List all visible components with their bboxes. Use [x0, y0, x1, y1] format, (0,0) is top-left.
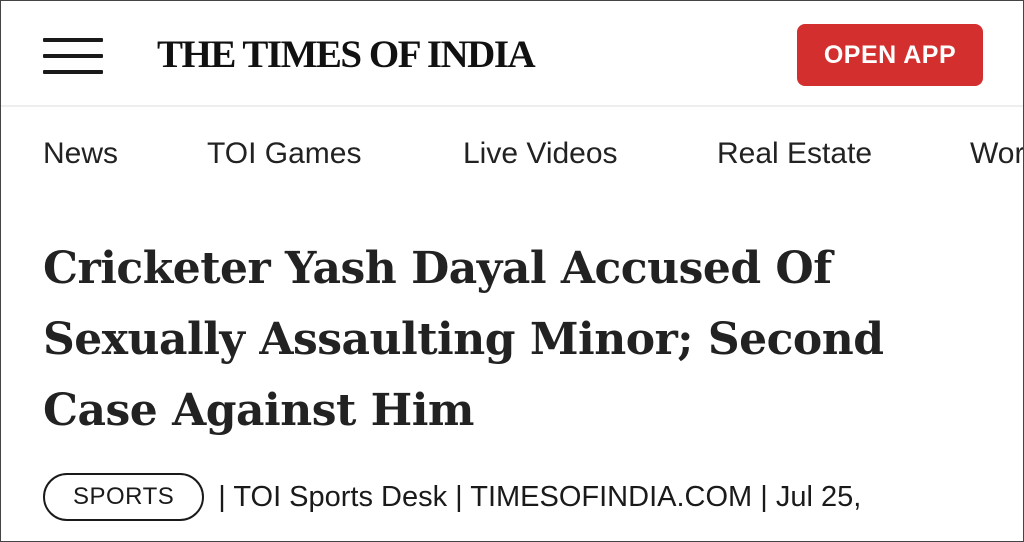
nav-item-toi-games[interactable]: TOI Games	[207, 136, 361, 172]
nav-item-real-estate[interactable]: Real Estate	[717, 136, 872, 172]
open-app-button[interactable]: OPEN APP	[797, 24, 983, 86]
hamburger-menu-icon[interactable]	[43, 38, 103, 76]
section-nav: News TOI Games Live Videos Real Estate W…	[1, 107, 1023, 203]
site-logo[interactable]: THE TIMES OF INDIA	[157, 31, 536, 79]
article-byline: | TOI Sports Desk | TIMESOFINDIA.COM | J…	[218, 480, 862, 513]
article-headline: Cricketer Yash Dayal Accused Of Sexually…	[43, 243, 884, 436]
nav-item-world[interactable]: Wor	[970, 136, 1023, 172]
nav-item-news[interactable]: News	[43, 136, 118, 172]
article-meta: SPORTS | TOI Sports Desk | TIMESOFINDIA.…	[43, 471, 1023, 523]
category-tag[interactable]: SPORTS	[43, 473, 205, 521]
nav-item-live-videos[interactable]: Live Videos	[463, 136, 618, 172]
top-bar: THE TIMES OF INDIA OPEN APP	[1, 1, 1023, 107]
